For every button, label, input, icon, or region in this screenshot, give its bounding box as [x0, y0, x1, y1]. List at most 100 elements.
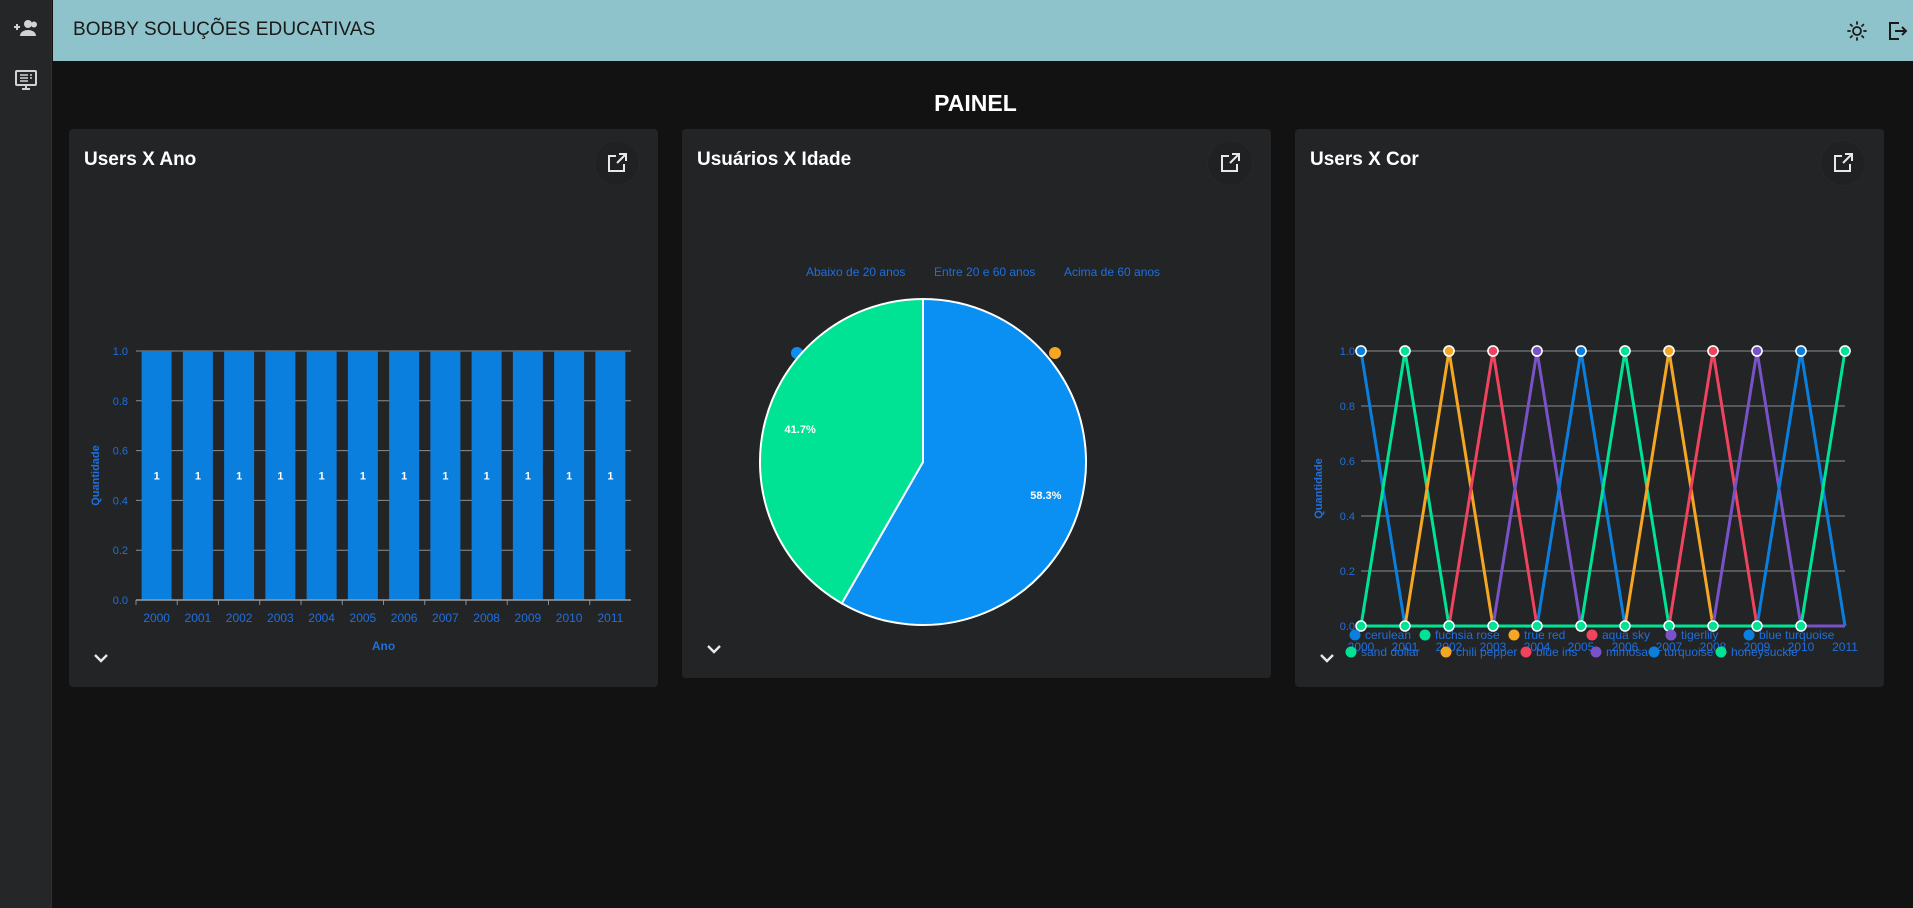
legend-marker [1419, 629, 1431, 641]
series-point [1575, 620, 1587, 632]
series-line [1361, 350, 1845, 628]
bar-data-label: 1 [319, 471, 325, 483]
legend-marker [1715, 646, 1727, 658]
users-color-chart: 0.00.20.40.60.81.02000 2001 2002 2003 2004 20… [1313, 345, 1858, 671]
series-peak-point [1839, 345, 1851, 357]
legend-label: Abaixo de 20 anos [806, 265, 905, 279]
pie-data-label: 41.7% [785, 424, 816, 436]
x-tick-label: 2009 [515, 611, 542, 625]
legend-label: sand dollar [1361, 645, 1420, 659]
legend-marker [1586, 629, 1598, 641]
brightness-icon[interactable] [1839, 13, 1875, 49]
y-tick-label: 0.4 [113, 495, 128, 507]
y-tick-label: 0.4 [1340, 511, 1355, 523]
users-age-card: Usuários X Idade Abaixo de 20 anos Entre … [682, 129, 1271, 678]
y-tick-label: 0.2 [113, 545, 128, 557]
series-peak-point [1663, 345, 1675, 357]
y-axis-title: Quantidade [90, 445, 102, 506]
series-peak-point [1619, 345, 1631, 357]
series-peak-point [1795, 345, 1807, 357]
app-bar: BOBBY SOLUÇÕES EDUCATIVAS [53, 0, 1913, 61]
bar-data-label: 1 [154, 471, 160, 483]
series-peak-point [1751, 345, 1763, 357]
legend-marker [1665, 629, 1677, 641]
side-rail [0, 0, 52, 908]
pie-data-label: 58.3% [1030, 490, 1061, 502]
bar-data-label: 1 [566, 471, 572, 483]
chevron-down-icon[interactable] [89, 646, 113, 670]
bar-data-label: 1 [277, 471, 283, 483]
card-title: Users X Ano [84, 149, 197, 170]
legend-marker [1349, 629, 1361, 641]
y-tick-label: 0.6 [113, 446, 128, 458]
legend-label: turquoise [1664, 645, 1714, 659]
series-peak-point [1707, 345, 1719, 357]
open-external-icon[interactable] [1208, 141, 1252, 185]
x-tick-label: 2008 [473, 611, 500, 625]
legend-label: blue iris [1536, 645, 1577, 659]
bar-data-label: 1 [195, 471, 201, 483]
y-tick-label: 1.0 [1340, 346, 1355, 358]
x-axis-title: Ano [1591, 669, 1614, 671]
app-title: BOBBY SOLUÇÕES EDUCATIVAS [73, 19, 376, 40]
legend-label: Entre 20 e 60 anos [934, 265, 1035, 279]
x-tick-label: 2007 [432, 611, 459, 625]
y-axis-title: Quantidade [1313, 458, 1325, 519]
legend-label: blue turquoise [1759, 628, 1835, 642]
legend-label: mimosa [1606, 645, 1648, 659]
users-year-card: Users X Ano 0.0 0.2 0.4 0.6 0.8 1.0 1 2000 1 2001… [69, 129, 658, 687]
x-tick-label: 2011 [1832, 640, 1858, 654]
legend-label: tigerlily [1681, 628, 1718, 642]
bar-data-label: 1 [442, 471, 448, 483]
chevron-down-icon[interactable] [702, 637, 726, 661]
legend-label: honeysuckle [1731, 645, 1798, 659]
legend-marker [1590, 646, 1602, 658]
series-peak-point [1355, 345, 1367, 357]
y-tick-label: 0.8 [1340, 401, 1355, 413]
y-tick-label: 0.6 [1340, 456, 1355, 468]
users-year-chart: 0.0 0.2 0.4 0.6 0.8 1.0 1 2000 1 2001 1 2002 1 2003 1 2… [90, 346, 631, 653]
series-peak-point [1399, 345, 1411, 357]
x-tick-label: 2011 [597, 611, 623, 625]
x-tick-label: 2003 [267, 611, 294, 625]
x-tick-label: 2006 [391, 611, 418, 625]
x-tick-label: 2004 [308, 611, 335, 625]
legend-label: Acima de 60 anos [1064, 265, 1160, 279]
legend-label: true red [1524, 628, 1565, 642]
bar-data-label: 1 [236, 471, 242, 483]
group-add-icon[interactable] [8, 10, 44, 46]
legend-marker [1508, 629, 1520, 641]
bar-data-label: 1 [607, 471, 613, 483]
legend-marker [1345, 646, 1357, 658]
open-external-icon[interactable] [1821, 141, 1865, 185]
y-tick-label: 0.2 [1340, 566, 1355, 578]
bar-data-label: 1 [484, 471, 490, 483]
users-color-card: Users X Cor 0.0 0.2 0.4 0.6 0.8 1.0 2000 2001 20… [1295, 129, 1884, 687]
x-tick-label: 2002 [226, 611, 253, 625]
x-tick-label: 2005 [350, 611, 377, 625]
logout-icon[interactable] [1879, 13, 1913, 49]
x-tick-label: 2000 [143, 611, 170, 625]
legend-marker [1440, 646, 1452, 658]
y-tick-label: 1.0 [113, 346, 128, 358]
bar-data-label: 1 [525, 471, 531, 483]
open-external-icon[interactable] [595, 141, 639, 185]
legend-marker [1648, 646, 1660, 658]
legend-marker [1520, 646, 1532, 658]
x-axis-title: Ano [372, 639, 395, 653]
x-tick-label: 2001 [185, 611, 212, 625]
series-peak-point [1575, 345, 1587, 357]
chevron-down-icon[interactable] [1315, 646, 1339, 670]
bar-data-label: 1 [401, 471, 407, 483]
users-age-chart: Abaixo de 20 anos Entre 20 e 60 anos Acima… [759, 265, 1160, 626]
series-peak-point [1443, 345, 1455, 357]
card-title: Usuários X Idade [697, 149, 852, 170]
y-tick-label: 0.0 [113, 595, 128, 607]
monitor-icon[interactable] [8, 62, 44, 98]
page-title: PAINEL [934, 90, 1017, 116]
x-tick-label: 2010 [556, 611, 583, 625]
series-peak-point [1487, 345, 1499, 357]
series-point [1663, 620, 1675, 632]
legend-label: aqua sky [1602, 628, 1650, 642]
legend-label: fuchsia rose [1435, 628, 1500, 642]
